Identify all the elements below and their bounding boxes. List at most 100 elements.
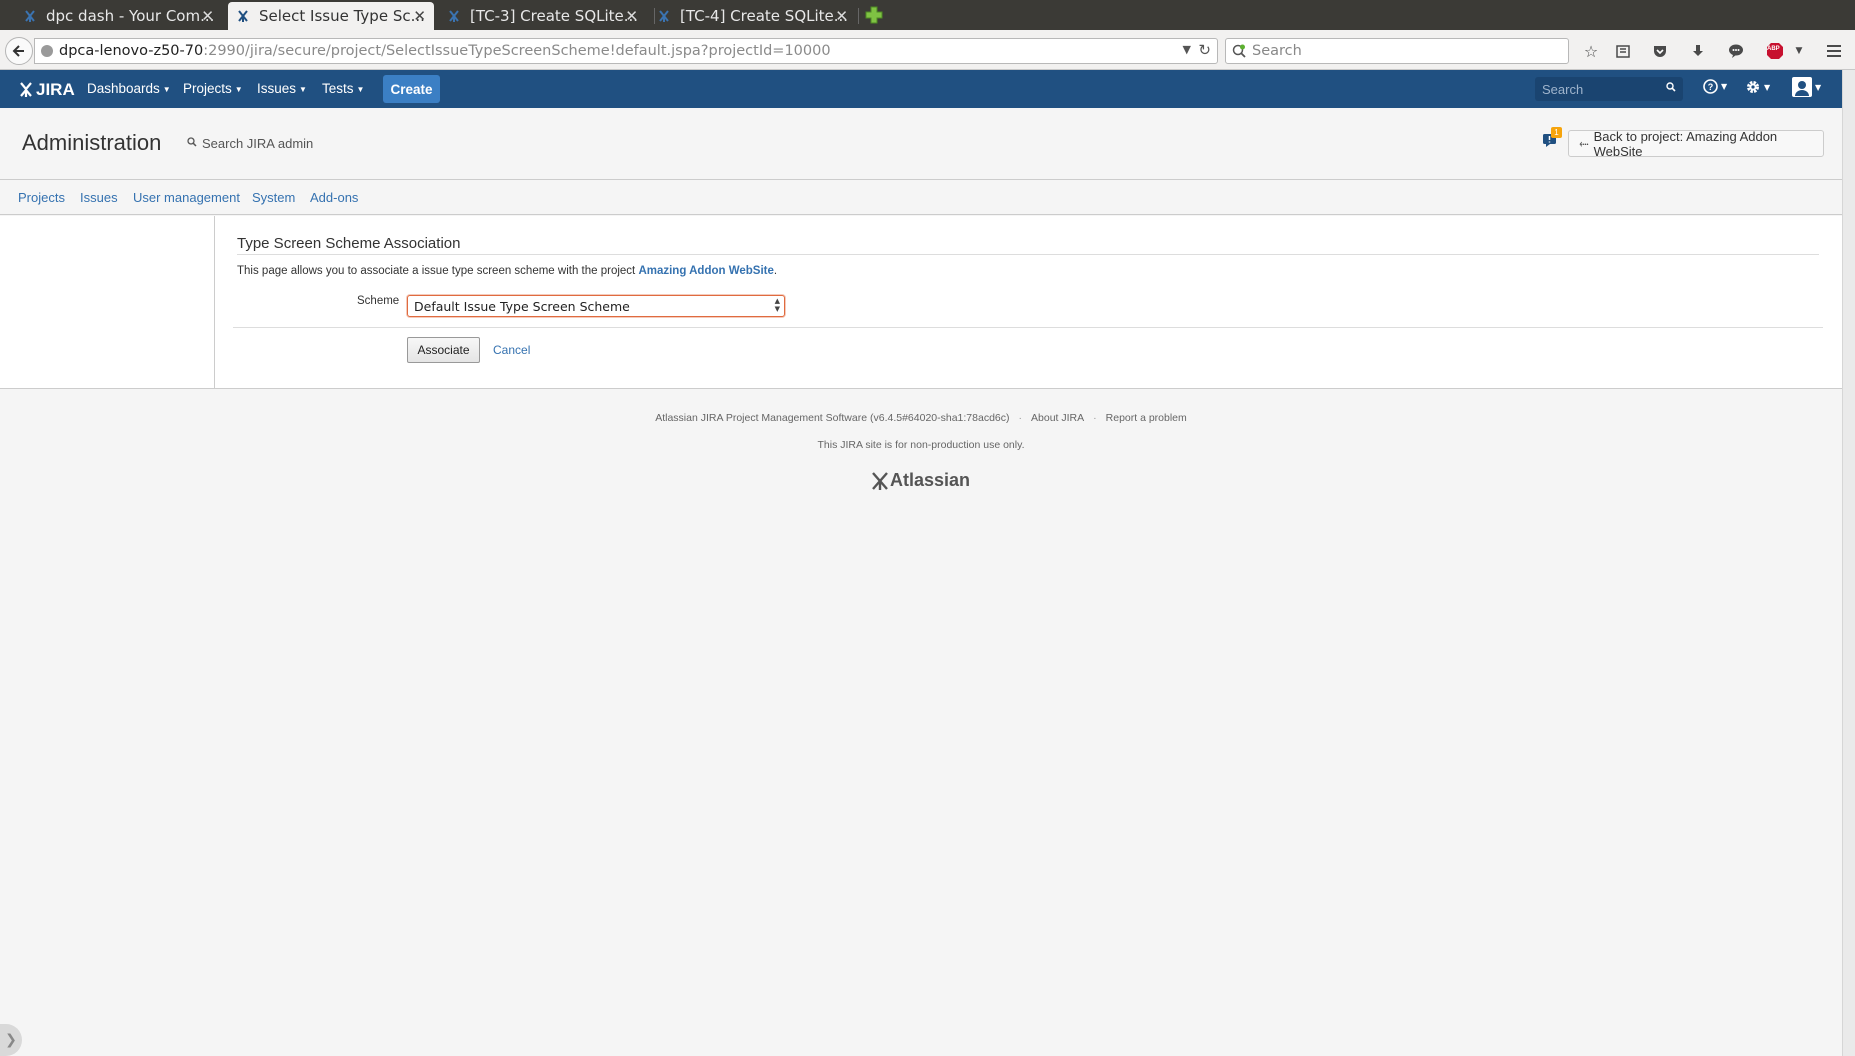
scheme-label: Scheme (357, 295, 400, 307)
back-arrow-icon: ⬸ (1579, 136, 1589, 150)
menu-icon[interactable] (1823, 40, 1845, 62)
nav-tests-label: Tests (322, 81, 354, 96)
url-bar[interactable]: dpca-lenovo-z50-70:2990/jira/secure/proj… (34, 38, 1218, 64)
nav-issues-label: Issues (257, 81, 297, 96)
chevron-down-icon: ▼ (1764, 82, 1771, 92)
back-to-project-button[interactable]: ⬸ Back to project: Amazing Addon WebSite (1568, 128, 1824, 159)
report-problem-link[interactable]: Report a problem (1106, 412, 1187, 424)
tab-title: Select Issue Type Sc... (259, 7, 425, 25)
chevron-down-icon: ▼ (1721, 82, 1728, 91)
adblock-label: ABP (1767, 46, 1780, 52)
help-menu[interactable]: ? ▼ (1703, 79, 1727, 94)
close-tab-icon[interactable]: ✕ (413, 7, 426, 25)
tab-issues[interactable]: Issues (80, 190, 118, 205)
notifications-button[interactable]: 1 (1542, 127, 1562, 150)
tab-user-management[interactable]: User management (133, 190, 240, 205)
browser-tab-1[interactable]: dpc dash - Your Com... ✕ (22, 2, 222, 30)
gear-icon (1747, 81, 1759, 93)
browser-tab-3[interactable]: [TC-3] Create SQLite... ✕ (446, 2, 646, 30)
form-description: This page allows you to associate a issu… (237, 265, 777, 277)
form-description-text: This page allows you to associate a issu… (237, 265, 639, 277)
nav-dashboards-label: Dashboards (87, 81, 160, 96)
back-button[interactable] (5, 37, 33, 65)
sidebar-toggle-chevron-right-icon[interactable]: ❯ (0, 1024, 22, 1056)
nav-projects[interactable]: Projects ▼ (183, 81, 243, 96)
jira-favicon-icon (235, 8, 251, 24)
project-link[interactable]: Amazing Addon WebSite (638, 265, 773, 277)
adblock-icon[interactable]: ABP (1764, 40, 1786, 62)
scheme-select[interactable]: Default Issue Type Screen Scheme ▲ ▼ (407, 295, 785, 317)
back-arrow-icon (12, 45, 24, 57)
chevron-down-icon: ▼ (234, 84, 243, 94)
admin-search-link[interactable]: Search JIRA admin (187, 136, 313, 151)
chevron-down-icon: ▼ (1815, 82, 1822, 92)
jira-logo-text: JIRA (36, 80, 75, 99)
back-to-project-label: Back to project: Amazing Addon WebSite (1593, 128, 1778, 159)
close-tab-icon[interactable]: ✕ (835, 7, 848, 25)
jira-search-input[interactable]: Search (1535, 77, 1683, 101)
help-icon: ? (1703, 79, 1718, 94)
tab-title: [TC-3] Create SQLite... (470, 7, 639, 25)
admin-search-label: Search JIRA admin (202, 136, 314, 151)
about-jira-link[interactable]: About JIRA (1031, 412, 1084, 424)
adblock-dropdown-icon[interactable]: ▼ (1788, 40, 1810, 62)
jira-favicon-icon (656, 8, 672, 24)
reading-list-icon[interactable] (1612, 40, 1634, 62)
new-tab-plus-icon[interactable] (864, 5, 884, 25)
nav-projects-label: Projects (183, 81, 232, 96)
notification-badge: 1 (1551, 127, 1562, 138)
footer-separator: · (1018, 412, 1023, 424)
create-button[interactable]: Create (383, 75, 440, 103)
cancel-link[interactable]: Cancel (493, 343, 530, 357)
associate-button[interactable]: Associate (407, 337, 480, 363)
jira-favicon-icon (22, 8, 38, 24)
search-icon (187, 137, 197, 150)
jira-search-placeholder: Search (1542, 81, 1584, 97)
nav-issues[interactable]: Issues ▼ (257, 81, 307, 96)
main-content: Type Screen Scheme Association This page… (0, 216, 1842, 389)
browser-tab-4[interactable]: [TC-4] Create SQLite... ✕ (656, 2, 856, 30)
tab-add-ons[interactable]: Add-ons (310, 190, 358, 205)
atlassian-logo[interactable]: Atlassian (870, 470, 970, 491)
chat-icon[interactable] (1725, 40, 1747, 62)
form-divider (233, 327, 1823, 328)
vertical-scrollbar[interactable] (1842, 70, 1855, 1056)
jira-header: JIRA Dashboards ▼ Projects ▼ Issues ▼ Tests… (0, 70, 1842, 108)
tab-projects[interactable]: Projects (18, 190, 65, 205)
jira-favicon-icon (446, 8, 462, 24)
footer: Atlassian JIRA Project Management Softwa… (0, 390, 1842, 510)
admin-sidebar (0, 216, 215, 388)
browser-search-box[interactable]: Search (1225, 38, 1569, 64)
download-icon[interactable] (1687, 40, 1709, 62)
search-icon (1666, 82, 1676, 95)
close-tab-icon[interactable]: ✕ (625, 7, 638, 25)
jira-logo[interactable]: JIRA (18, 80, 75, 100)
url-host: dpca-lenovo-z50-70 (59, 43, 204, 59)
footer-links: Atlassian JIRA Project Management Softwa… (0, 412, 1842, 424)
site-info-icon[interactable] (41, 45, 53, 57)
admin-header: Administration Search JIRA admin 1 ⬸ Bac… (0, 108, 1842, 180)
reload-icon[interactable]: ↻ (1198, 41, 1211, 59)
user-profile-menu[interactable]: ▼ (1792, 77, 1821, 97)
close-tab-icon[interactable]: ✕ (201, 7, 214, 25)
browser-tab-2[interactable]: Select Issue Type Sc... ✕ (228, 2, 434, 30)
nav-dashboards[interactable]: Dashboards ▼ (87, 81, 171, 96)
tab-separator (654, 8, 655, 24)
url-dropdown-icon[interactable]: ▼ (1183, 43, 1191, 56)
pocket-icon[interactable] (1649, 40, 1671, 62)
search-engine-icon (1232, 44, 1246, 58)
chevron-down-icon: ▼ (356, 84, 365, 94)
footer-notice: This JIRA site is for non-production use… (817, 439, 1025, 451)
avatar-icon (1792, 77, 1812, 97)
browser-toolbar: dpca-lenovo-z50-70:2990/jira/secure/proj… (0, 30, 1855, 70)
tab-system[interactable]: System (252, 190, 295, 205)
atlassian-logo-text: Atlassian (890, 470, 971, 490)
admin-settings-menu[interactable]: ▼ (1745, 79, 1770, 95)
admin-tabs: Projects Issues User management System A… (0, 181, 1842, 215)
bookmark-star-icon[interactable]: ☆ (1580, 40, 1602, 62)
jira-logo-icon (20, 82, 32, 97)
page-title: Administration (22, 130, 162, 155)
nav-tests[interactable]: Tests ▼ (322, 81, 364, 96)
chevron-down-icon: ▼ (299, 84, 307, 94)
form-title: Type Screen Scheme Association (237, 235, 1819, 255)
